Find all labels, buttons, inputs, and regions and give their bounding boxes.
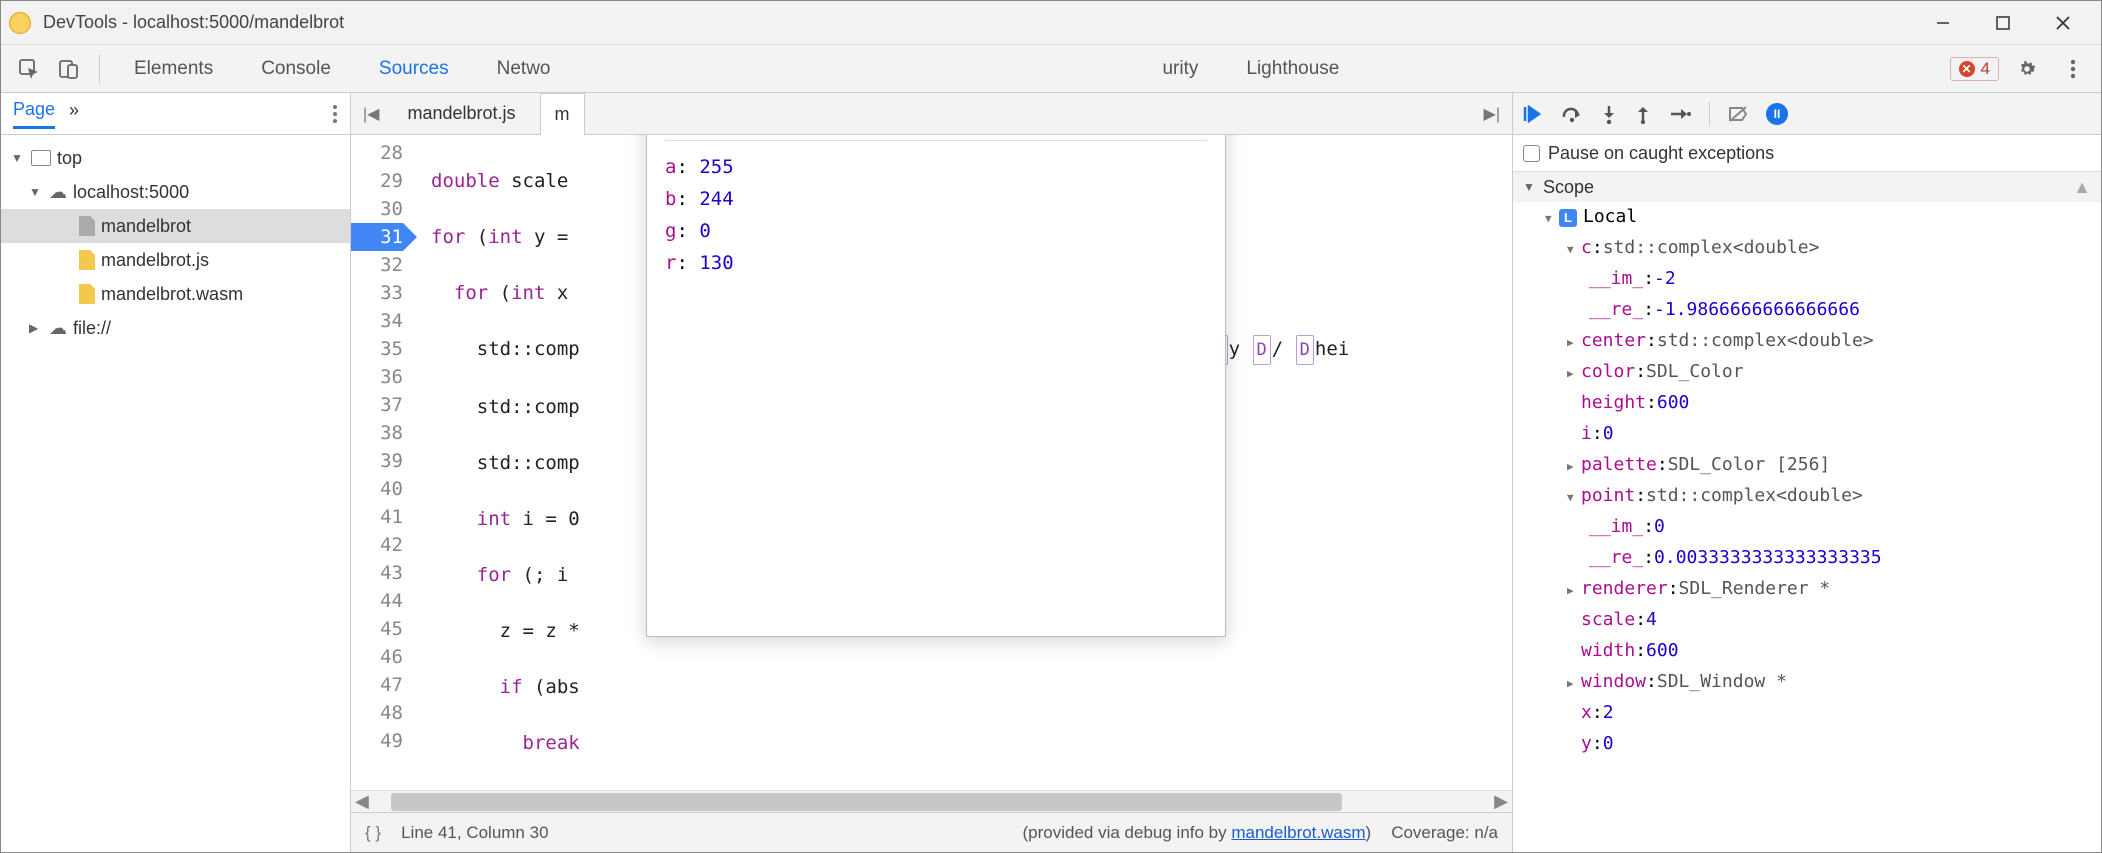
tree-file-mandelbrot-wasm[interactable]: mandelbrot.wasm: [1, 277, 350, 311]
wasm-token: D: [1253, 335, 1271, 365]
main-area: Page » ▼top ▼☁localhost:5000 mandelbrot …: [1, 93, 2101, 852]
wasm-token: D: [1296, 335, 1314, 365]
sources-sidebar: Page » ▼top ▼☁localhost:5000 mandelbrot …: [1, 93, 351, 852]
pause-caught-checkbox[interactable]: [1523, 145, 1540, 162]
editor-statusbar: { } Line 41, Column 30 (provided via deb…: [351, 812, 1512, 852]
tab-sources[interactable]: Sources: [357, 45, 471, 93]
window-title: DevTools - localhost:5000/mandelbrot: [43, 12, 344, 33]
nav-back-icon[interactable]: |◀: [359, 104, 383, 124]
devtools-window: DevTools - localhost:5000/mandelbrot Ele…: [0, 0, 2102, 853]
execution-line-marker: 31: [351, 223, 403, 251]
step-out-icon[interactable]: [1635, 104, 1651, 124]
debug-info-source: (provided via debug info by mandelbrot.w…: [1023, 823, 1372, 843]
frame-icon: [31, 150, 51, 166]
sidebar-header: Page »: [1, 93, 350, 135]
sidebar-tab-page[interactable]: Page: [13, 99, 55, 129]
close-button[interactable]: [2033, 3, 2093, 43]
tab-elements[interactable]: Elements: [112, 45, 235, 93]
line-gutter[interactable]: 28 29 30 31 32 33 34 35 36 37 38 39 40 4…: [351, 135, 413, 790]
minimize-button[interactable]: [1913, 3, 1973, 43]
devtools-tabs: Elements Console Sources Netwo urity Lig…: [1, 45, 2101, 93]
tree-file-mandelbrot[interactable]: mandelbrot: [1, 209, 350, 243]
cursor-position: Line 41, Column 30: [401, 823, 548, 843]
error-count-badge[interactable]: ✕4: [1950, 57, 1999, 81]
step-over-icon[interactable]: [1561, 105, 1583, 123]
scope-header[interactable]: ▼Scope▲: [1513, 172, 2101, 202]
file-tab-0[interactable]: mandelbrot.js: [393, 93, 529, 135]
file-icon: [79, 216, 95, 236]
debug-source-link[interactable]: mandelbrot.wasm: [1231, 823, 1365, 842]
tree-file-mandelbrot-js[interactable]: mandelbrot.js: [1, 243, 350, 277]
window-titlebar: DevTools - localhost:5000/mandelbrot: [1, 1, 2101, 45]
code-editor[interactable]: 28 29 30 31 32 33 34 35 36 37 38 39 40 4…: [351, 135, 1512, 790]
cloud-icon: ☁: [49, 318, 67, 339]
scope-tree[interactable]: ▼LLocal ▼c: std::complex<double> __im_: …: [1513, 202, 2101, 852]
inspect-element-icon[interactable]: [11, 51, 47, 87]
tab-security[interactable]: urity: [1140, 45, 1220, 93]
tree-top[interactable]: ▼top: [1, 141, 350, 175]
kebab-menu-icon[interactable]: [2055, 51, 2091, 87]
braces-icon[interactable]: { }: [365, 823, 381, 843]
resume-icon[interactable]: [1523, 105, 1543, 123]
tree-host[interactable]: ▼☁localhost:5000: [1, 175, 350, 209]
sidebar-tab-more[interactable]: »: [69, 100, 79, 127]
editor-tabs: |◀ mandelbrot.js m ▶|: [351, 93, 1512, 135]
debugger-toolbar: II: [1513, 93, 2101, 135]
settings-gear-icon[interactable]: [2009, 51, 2045, 87]
maximize-button[interactable]: [1973, 3, 2033, 43]
pause-on-exceptions-icon[interactable]: II: [1766, 103, 1788, 125]
cloud-icon: ☁: [49, 182, 67, 203]
popover-title: SDL_Color: [665, 135, 1207, 141]
file-tab-1[interactable]: m: [540, 93, 585, 135]
tree-file-scheme[interactable]: ▶☁file://: [1, 311, 350, 345]
debugger-panel: II Pause on caught exceptions ▼Scope▲ ▼L…: [1513, 93, 2101, 852]
horizontal-scrollbar[interactable]: ◀ ▶: [351, 790, 1512, 812]
nav-fwd-icon[interactable]: ▶|: [1480, 104, 1504, 124]
tab-lighthouse[interactable]: Lighthouse: [1224, 45, 1361, 93]
file-tree: ▼top ▼☁localhost:5000 mandelbrot mandelb…: [1, 135, 350, 351]
chrome-icon: [9, 12, 31, 34]
value-popover: SDL_Color a: 255 b: 244 g: 0 r: 130: [646, 135, 1226, 637]
device-toolbar-icon[interactable]: [51, 51, 87, 87]
tab-network[interactable]: Netwo: [475, 45, 573, 93]
editor-pane: |◀ mandelbrot.js m ▶| 28 29 30 31 32 33 …: [351, 93, 1513, 852]
tab-console[interactable]: Console: [239, 45, 353, 93]
error-count: 4: [1981, 59, 1990, 79]
file-icon: [79, 250, 95, 270]
local-badge-icon: L: [1559, 209, 1577, 227]
step-icon[interactable]: [1669, 106, 1691, 122]
pause-caught-row[interactable]: Pause on caught exceptions: [1513, 135, 2101, 171]
scrollbar-thumb[interactable]: [391, 793, 1343, 811]
file-icon: [79, 284, 95, 304]
coverage-status: Coverage: n/a: [1391, 823, 1498, 843]
sidebar-kebab-icon[interactable]: [332, 104, 338, 124]
deactivate-breakpoints-icon[interactable]: [1728, 105, 1748, 123]
step-into-icon[interactable]: [1601, 104, 1617, 124]
